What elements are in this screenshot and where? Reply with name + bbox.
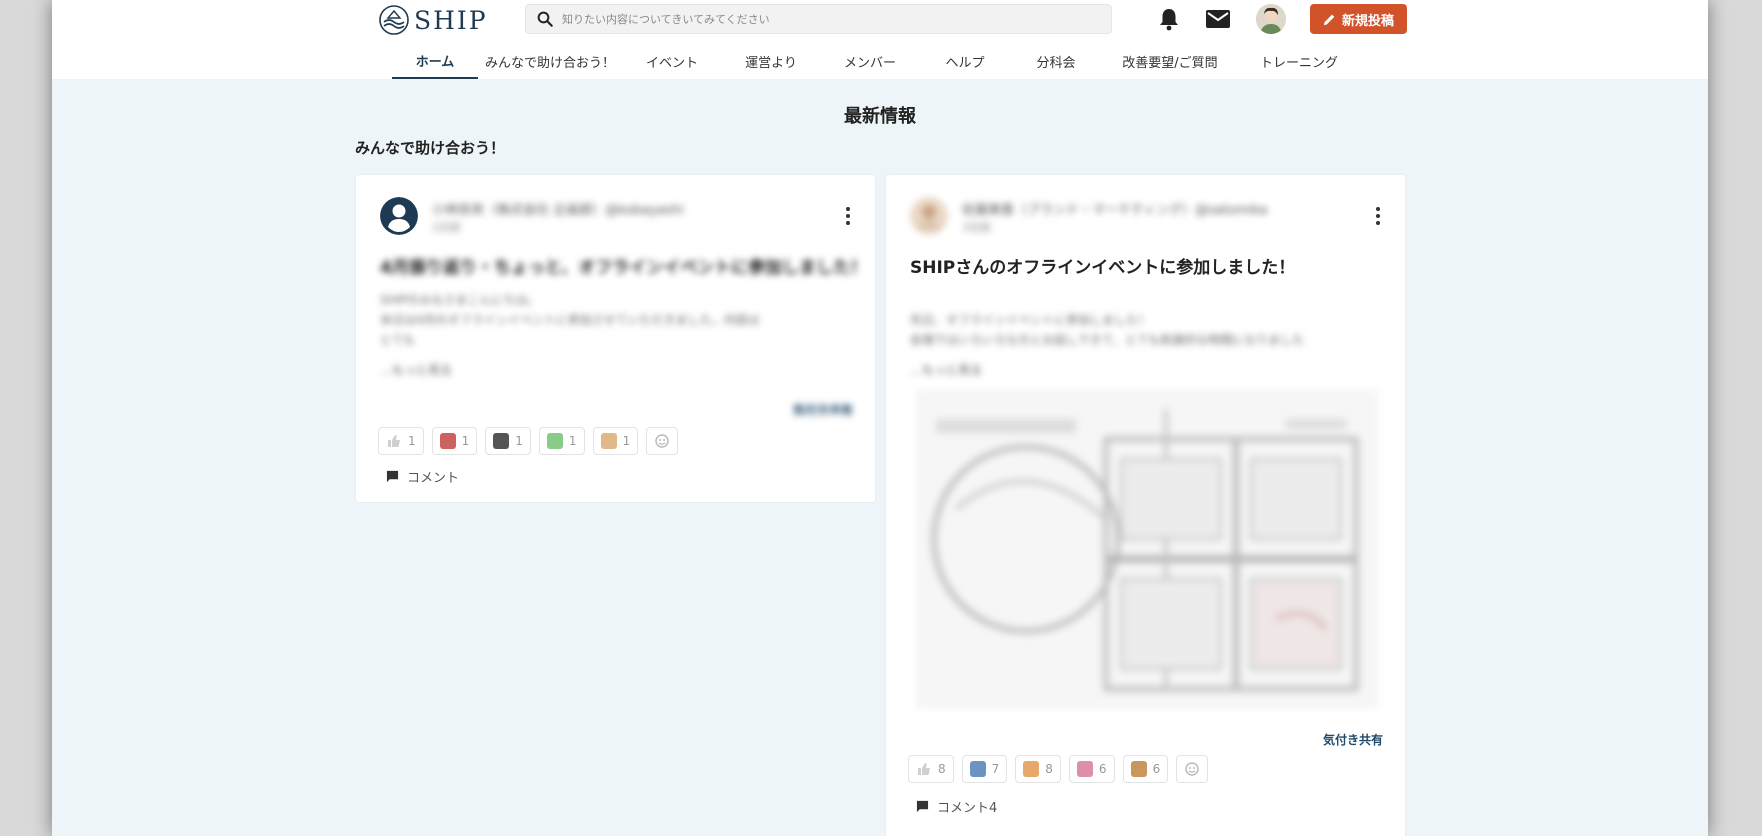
venue-floor-map-icon [916,389,1378,709]
reaction-count: 8 [938,762,946,776]
nav-tab-feedback[interactable]: 改善要望/ご質問 [1102,44,1238,79]
browser-window: SHIP 知りたい内容についてきいてみてください 新規投稿 ホーム みんなで助け… [52,0,1708,836]
post-tag[interactable]: 気付き共有 [793,401,853,418]
post-menu-button[interactable] [845,207,851,225]
reaction-stamp[interactable]: 1 [538,427,585,455]
reaction-count: 8 [1045,762,1053,776]
post-card[interactable]: 小林奈央（株式会社 企画部）@kobayashi 2日前 4月振り返り・ちょっと… [355,174,876,503]
comment-icon [916,800,929,813]
stamp-icon [493,433,510,449]
main-nav: ホーム みんなで助け合おう！ イベント 運営より メンバー ヘルプ 分科会 改善… [392,44,1360,79]
reaction-count: 1 [408,434,416,448]
stamp-icon [1023,761,1040,777]
logo-text: SHIP [414,5,488,35]
notifications-button[interactable] [1156,6,1182,32]
reaction-stamp[interactable]: 1 [485,427,531,455]
reaction-count: 1 [515,434,523,448]
site-logo[interactable]: SHIP [378,3,488,37]
post-title[interactable]: 4月振り返り・ちょっと、オフラインイベントに参加しました！ [380,253,867,278]
reaction-count: 1 [622,434,631,448]
stamp-icon [600,433,617,449]
nav-tab-training[interactable]: トレーニング [1238,44,1360,79]
reactions-bar: 8 7 8 6 6 [908,755,1209,783]
search-bar[interactable] [525,4,1112,34]
bell-icon [1160,9,1178,31]
post-date: 3日前 [962,221,991,234]
comment-button[interactable]: コメント4 [916,797,997,816]
comment-label: コメント [407,471,460,486]
nav-tab-help-each-other[interactable]: みんなで助け合おう！ [478,44,622,79]
comment-icon [386,470,399,483]
new-post-button[interactable]: 新規投稿 [1310,4,1407,34]
reaction-stamp[interactable]: 1 [592,427,639,455]
reaction-stamp[interactable]: 8 [1015,755,1061,783]
reactions-bar: 1 1 1 1 1 [378,427,679,455]
reaction-count: 7 [991,762,1000,776]
post-menu-button[interactable] [1375,207,1381,225]
stamp-icon [1076,761,1093,777]
post-author[interactable]: 佐藤美香（ブランド・マーケティング）@satomika [962,199,1267,218]
post-body-line: 本日は4月のオフラインイベントに参加させていただきました。内容は [380,313,760,327]
add-reaction-button[interactable] [646,427,679,455]
nav-tab-members[interactable]: メンバー [820,44,920,79]
section-title: 最新情報 [844,106,916,127]
post-image[interactable] [916,389,1378,709]
nav-tab-events[interactable]: イベント [622,44,722,79]
search-icon [537,11,553,27]
reaction-count: 6 [1152,762,1161,776]
add-emoji-icon [655,434,669,448]
add-reaction-button[interactable] [1176,755,1209,783]
nav-tab-help[interactable]: ヘルプ [920,44,1010,79]
reaction-count: 1 [461,434,470,448]
author-avatar-icon [910,197,948,235]
reaction-like[interactable]: 8 [908,755,954,783]
subsection-title[interactable]: みんなで助け合おう！ [355,137,505,158]
read-more-link[interactable]: …もっと見る [380,361,452,378]
default-avatar-icon [380,197,418,235]
post-body-line: とても [380,333,416,347]
post-body-line: SHIPのみなさまこんにちは。 [380,293,540,307]
stamp-icon [546,433,563,449]
site-header: SHIP 知りたい内容についてきいてみてください 新規投稿 ホーム みんなで助け… [52,0,1708,79]
thumbs-up-icon [918,763,930,775]
search-input[interactable] [562,12,1102,26]
reaction-stamp[interactable]: 1 [431,427,478,455]
reaction-stamp[interactable]: 6 [1068,755,1115,783]
stamp-icon [1130,761,1147,777]
reaction-stamp[interactable]: 6 [1122,755,1169,783]
post-body-line: 会場ではいろいろな方とお話しできて、とても刺激的な時間になりました [910,333,1305,347]
new-post-label: 新規投稿 [1341,12,1394,28]
add-emoji-icon [1185,762,1199,776]
post-body-line: 先日、オフラインイベントに参加しました！ [910,313,1151,327]
user-avatar[interactable] [1256,4,1286,34]
reaction-like[interactable]: 1 [378,427,424,455]
post-tag[interactable]: 気付き共有 [1323,731,1383,748]
reaction-count: 6 [1098,762,1107,776]
post-title[interactable]: SHIPさんのオフラインイベントに参加しました！ [910,253,1295,278]
messages-button[interactable] [1205,6,1231,32]
nav-tab-from-staff[interactable]: 運営より [722,44,820,79]
read-more-link[interactable]: …もっと見る [910,361,982,378]
pencil-icon [1323,14,1335,25]
thumbs-up-icon [388,435,400,447]
stamp-icon [969,761,986,777]
nav-tab-subcommittee[interactable]: 分科会 [1010,44,1102,79]
nav-tab-home[interactable]: ホーム [392,44,478,79]
stamp-icon [439,433,456,449]
post-date: 2日前 [432,221,461,234]
reaction-count: 1 [568,434,577,448]
comment-label: コメント4 [937,801,998,816]
post-author[interactable]: 小林奈央（株式会社 企画部）@kobayashi [432,199,684,218]
post-card[interactable]: 佐藤美香（ブランド・マーケティング）@satomika 3日前 SHIPさんのオ… [885,174,1406,836]
comment-button[interactable]: コメント [386,467,459,486]
mail-icon [1206,10,1230,28]
reaction-stamp[interactable]: 7 [961,755,1008,783]
user-photo-icon [1256,4,1286,34]
ship-logo-icon [379,5,409,35]
